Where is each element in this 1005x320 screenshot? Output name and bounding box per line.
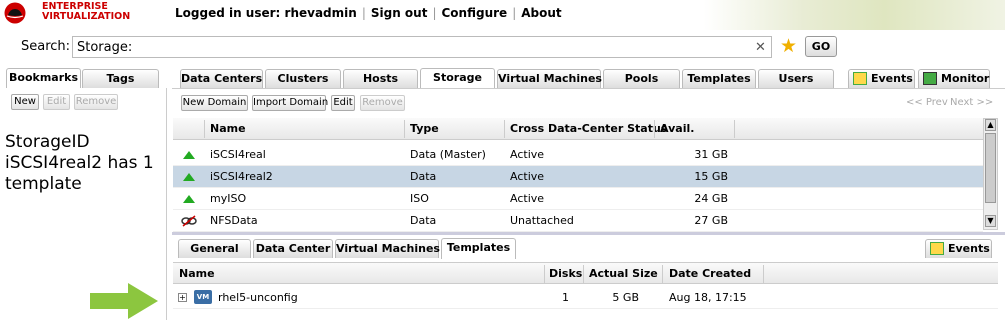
subtab-data-center[interactable]: Data Center — [253, 239, 333, 258]
status-up-icon — [183, 195, 195, 203]
row-type: Data — [410, 170, 437, 183]
table-row[interactable]: iSCSI4real Data (Master) Active 31 GB — [173, 144, 983, 166]
subtab-general[interactable]: General — [178, 239, 251, 258]
template-disks: 1 — [562, 291, 569, 304]
unattached-icon — [181, 215, 197, 227]
table-row[interactable]: NFSData Data Unattached 27 GB — [173, 210, 983, 232]
tab-users[interactable]: Users — [758, 69, 834, 88]
col-avail[interactable]: Avail. — [660, 118, 694, 140]
row-name: myISO — [210, 192, 247, 205]
scroll-up-icon[interactable]: ▲ — [985, 119, 996, 131]
tab-monitor-label: Monitor — [941, 72, 990, 85]
status-up-icon — [183, 173, 195, 181]
about-link[interactable]: About — [521, 6, 561, 20]
col-type[interactable]: Type — [410, 118, 439, 140]
bookmark-star-icon[interactable]: ★ — [780, 35, 797, 57]
tab-data-centers[interactable]: Data Centers — [180, 69, 263, 88]
table-row-selected[interactable]: iSCSI4real2 Data Active 15 GB — [173, 166, 983, 188]
row-status: Active — [510, 170, 545, 183]
tab-storage[interactable]: Storage — [420, 68, 495, 89]
templates-table-header: Name Disks Actual Size Date Created — [173, 262, 998, 284]
row-type: Data (Master) — [410, 148, 486, 161]
col-template-name[interactable]: Name — [179, 263, 215, 285]
row-status: Unattached — [510, 214, 574, 227]
events-icon — [930, 242, 944, 255]
template-size: 5 GB — [612, 291, 639, 304]
subtab-virtual-machines[interactable]: Virtual Machines — [335, 239, 440, 258]
tab-virtual-machines[interactable]: Virtual Machines — [497, 69, 602, 88]
tab-bookmarks[interactable]: Bookmarks — [6, 68, 81, 89]
subtab-events-label: Events — [948, 242, 990, 255]
redhat-logo-icon — [4, 2, 26, 24]
tab-templates[interactable]: Templates — [682, 69, 756, 88]
go-button[interactable]: GO — [805, 36, 837, 57]
row-status: Active — [510, 148, 545, 161]
row-avail: 27 GB — [694, 214, 728, 227]
row-name: iSCSI4real — [210, 148, 266, 161]
table-row[interactable]: myISO ISO Active 24 GB — [173, 188, 983, 210]
product-name: ENTERPRISE VIRTUALIZATION — [42, 2, 130, 22]
new-domain-button[interactable]: New Domain — [181, 95, 248, 111]
annotation-text: StorageID iSCSI4real2 has 1 template — [5, 132, 154, 194]
tab-clusters[interactable]: Clusters — [265, 69, 341, 88]
logged-in-user: Logged in user: rhevadmin — [175, 6, 357, 20]
row-name: NFSData — [210, 214, 258, 227]
search-bar: Search: ✕ ★ GO — [0, 30, 1005, 65]
search-input[interactable] — [72, 36, 772, 58]
expand-icon[interactable]: + — [178, 293, 187, 302]
template-name: rhel5-unconfig — [218, 291, 298, 304]
template-date: Aug 18, 17:15 — [669, 291, 747, 304]
edit-domain-button[interactable]: Edit — [331, 95, 355, 111]
storage-scrollbar[interactable]: ▲ ▼ — [983, 118, 998, 230]
prev-page-link[interactable]: << Prev — [906, 97, 948, 108]
subtab-templates[interactable]: Templates — [441, 238, 516, 259]
tab-pools[interactable]: Pools — [603, 69, 680, 88]
col-name[interactable]: Name — [210, 118, 246, 140]
template-row[interactable]: + VM rhel5-unconfig 1 5 GB Aug 18, 17:15 — [173, 287, 998, 309]
scroll-thumb[interactable] — [985, 133, 996, 203]
col-disks[interactable]: Disks — [549, 263, 582, 285]
col-status[interactable]: Cross Data-Center Status — [510, 118, 667, 140]
template-vm-icon: VM — [194, 290, 212, 304]
configure-link[interactable]: Configure — [442, 6, 508, 20]
tab-events-label: Events — [871, 72, 913, 85]
row-avail: 31 GB — [694, 148, 728, 161]
status-up-icon — [183, 151, 195, 159]
col-actual-size[interactable]: Actual Size — [589, 263, 658, 285]
header-bar: ENTERPRISE VIRTUALIZATION Logged in user… — [0, 0, 1005, 30]
tab-hosts[interactable]: Hosts — [343, 69, 418, 88]
search-label: Search: — [21, 39, 71, 54]
clear-search-icon[interactable]: ✕ — [755, 40, 766, 55]
new-bookmark-button[interactable]: New — [11, 94, 39, 110]
tab-monitor[interactable]: Monitor — [918, 69, 990, 88]
tab-tags[interactable]: Tags — [82, 69, 159, 88]
row-avail: 24 GB — [694, 192, 728, 205]
remove-bookmark-button[interactable]: Remove — [74, 94, 118, 110]
monitor-icon — [923, 72, 937, 85]
storage-table-header: Name Type Cross Data-Center Status Avail… — [173, 118, 983, 140]
row-avail: 15 GB — [694, 170, 728, 183]
col-date-created[interactable]: Date Created — [669, 263, 751, 285]
tab-events[interactable]: Events — [848, 69, 915, 88]
row-name: iSCSI4real2 — [210, 170, 273, 183]
row-type: ISO — [410, 192, 429, 205]
remove-domain-button[interactable]: Remove — [360, 95, 405, 111]
sign-out-link[interactable]: Sign out — [371, 6, 428, 20]
row-type: Data — [410, 214, 437, 227]
pointer-arrow-icon — [90, 283, 158, 319]
logo-line-2: VIRTUALIZATION — [42, 11, 131, 22]
scroll-down-icon[interactable]: ▼ — [985, 215, 996, 227]
import-domain-button[interactable]: Import Domain — [252, 95, 328, 111]
edit-bookmark-button[interactable]: Edit — [43, 94, 70, 110]
row-status: Active — [510, 192, 545, 205]
subtab-events[interactable]: Events — [925, 239, 992, 258]
top-nav: Logged in user: rhevadmin | Sign out | Confi… — [175, 6, 562, 20]
events-icon — [853, 72, 867, 85]
next-page-link[interactable]: Next >> — [950, 97, 993, 108]
